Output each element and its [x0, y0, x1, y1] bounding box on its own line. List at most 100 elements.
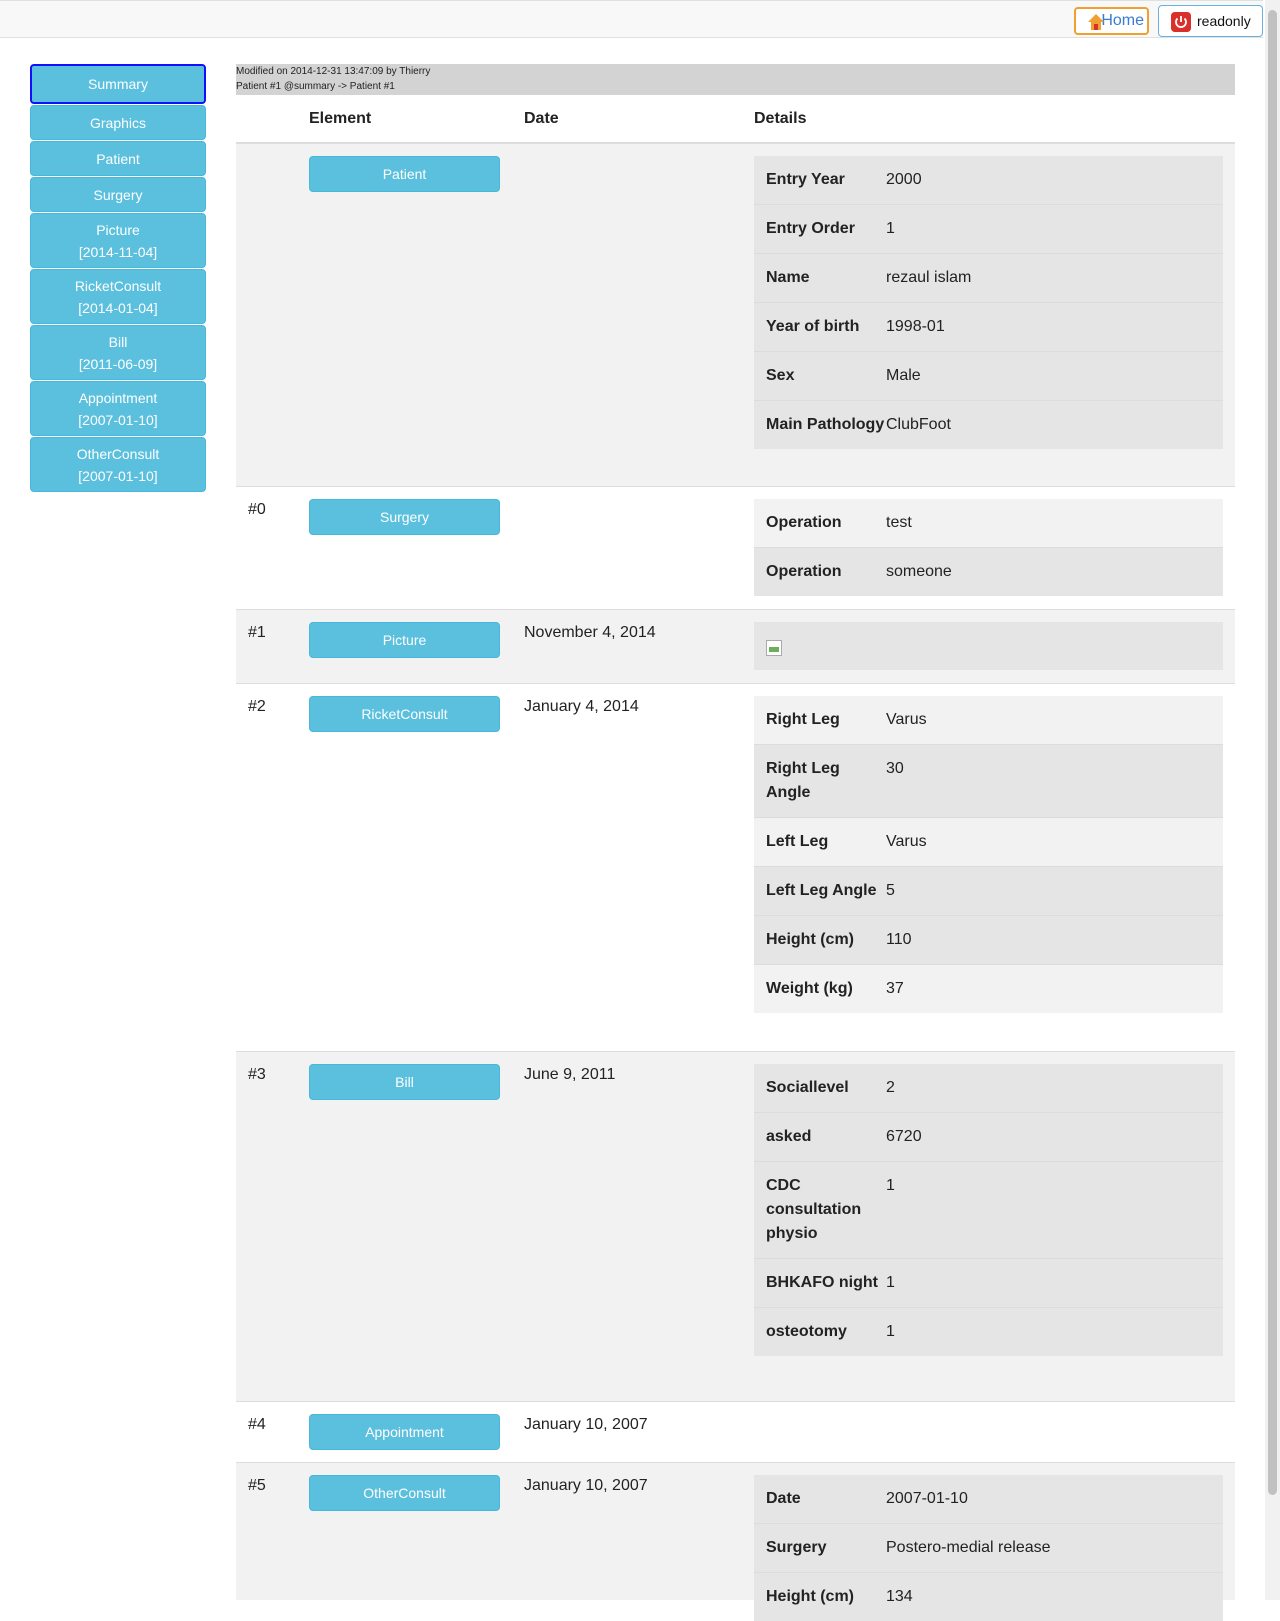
- modified-text: Modified on 2014-12-31 13:47:09 by Thier…: [236, 66, 431, 77]
- detail-label: CDC consultation physio: [766, 1177, 862, 1242]
- element-button-ricketconsult[interactable]: RicketConsult: [309, 696, 500, 732]
- detail-row: Sociallevel 2: [754, 1064, 1223, 1112]
- detail-row: Operation test: [754, 499, 1223, 547]
- sidebar-item-ricketconsult[interactable]: RicketConsult [2014-01-04]: [30, 269, 206, 324]
- detail-label: Weight (kg): [766, 980, 853, 997]
- detail-row: CDC consultation physio 1: [754, 1161, 1223, 1258]
- element-button-label: OtherConsult: [363, 1485, 446, 1501]
- detail-value: 1: [886, 1323, 895, 1340]
- detail-label: Surgery: [766, 1539, 827, 1556]
- column-header-element: Element: [309, 110, 372, 127]
- table-row: #5 OtherConsult January 10, 2007 Date 200…: [236, 1463, 1235, 1621]
- element-button-picture[interactable]: Picture: [309, 622, 500, 658]
- detail-row: Entry Order 1: [754, 204, 1223, 253]
- detail-row: osteotomy 1: [754, 1307, 1223, 1356]
- vertical-scrollbar[interactable]: [1265, 0, 1280, 1600]
- detail-row: Name rezaul islam: [754, 253, 1223, 302]
- readonly-label: readonly: [1197, 13, 1251, 29]
- detail-row: Sex Male: [754, 351, 1223, 400]
- element-button-patient[interactable]: Patient: [309, 156, 500, 192]
- sidebar-item-picture[interactable]: Picture [2014-11-04]: [30, 213, 206, 268]
- sidebar-item-bill[interactable]: Bill [2011-06-09]: [30, 325, 206, 380]
- table-row: #2 RicketConsult January 4, 2014 Right L…: [236, 684, 1235, 1052]
- sidebar-item-summary[interactable]: Summary: [30, 64, 206, 104]
- power-icon: [1171, 12, 1191, 32]
- sidebar-item-patient[interactable]: Patient: [30, 141, 206, 176]
- detail-row: Operation someone: [754, 547, 1223, 596]
- element-button-appointment[interactable]: Appointment: [309, 1414, 500, 1450]
- element-button-label: Surgery: [379, 509, 430, 525]
- element-button-label: RicketConsult: [361, 706, 448, 722]
- element-button-label: Appointment: [365, 1424, 444, 1440]
- sidebar-item-otherconsult[interactable]: OtherConsult [2007-01-10]: [30, 437, 206, 492]
- details-table: Operation test Operation someone: [754, 499, 1223, 596]
- row-number: #3: [248, 1066, 266, 1083]
- detail-label: Date: [766, 1490, 801, 1507]
- row-date: January 10, 2007: [524, 1416, 648, 1433]
- sidebar-item-label: Patient: [96, 150, 140, 167]
- home-label: Home: [1101, 12, 1144, 29]
- element-button-bill[interactable]: Bill: [309, 1064, 500, 1100]
- sidebar-item-date: [2011-06-09]: [78, 355, 158, 372]
- sidebar-item-surgery[interactable]: Surgery: [30, 177, 206, 212]
- element-button-otherconsult[interactable]: OtherConsult: [309, 1475, 500, 1511]
- detail-row: [754, 622, 1223, 670]
- sidebar-item-appointment[interactable]: Appointment [2007-01-10]: [30, 381, 206, 436]
- sidebar-item-label: Summary: [88, 76, 148, 92]
- top-navbar: Home readonly: [0, 0, 1263, 38]
- scrollbar-thumb[interactable]: [1268, 10, 1277, 1495]
- element-button-label: Patient: [382, 166, 427, 182]
- details-table: [754, 622, 1223, 670]
- detail-value: 30: [886, 760, 904, 777]
- detail-value: Varus: [886, 711, 927, 728]
- detail-row: Weight (kg) 37: [754, 964, 1223, 1013]
- sidebar-item-graphics[interactable]: Graphics: [30, 105, 206, 140]
- detail-value: 6720: [886, 1128, 922, 1145]
- detail-label: BHKAFO night: [766, 1274, 878, 1291]
- table-row: #0 Surgery Operation test Operation someon…: [236, 487, 1235, 610]
- sidebar-item-label: OtherConsult: [76, 445, 160, 462]
- details-table: Date 2007-01-10 Surgery Postero-medial rel…: [754, 1475, 1223, 1621]
- detail-label: Right Leg Angle: [766, 760, 840, 801]
- element-button-surgery[interactable]: Surgery: [309, 499, 500, 535]
- detail-row: Date 2007-01-10: [754, 1475, 1223, 1523]
- detail-row: asked 6720: [754, 1112, 1223, 1161]
- detail-value: 2: [886, 1079, 895, 1096]
- detail-row: Right Leg Angle 30: [754, 744, 1223, 817]
- sidebar-item-label: Bill: [108, 333, 128, 350]
- column-header-details: Details: [754, 110, 807, 127]
- breadcrumb: Patient #1 @summary -> Patient #1: [236, 81, 395, 92]
- detail-row: Height (cm) 134: [754, 1572, 1223, 1621]
- sidebar-item-label: Graphics: [89, 114, 147, 131]
- detail-label: Height (cm): [766, 931, 854, 948]
- detail-label: Height (cm): [766, 1588, 854, 1605]
- detail-row: Main Pathology ClubFoot: [754, 400, 1223, 449]
- details-table: Right Leg Varus Right Leg Angle 30 Left Le…: [754, 696, 1223, 1013]
- row-number: #5: [248, 1477, 266, 1494]
- detail-value: 134: [886, 1588, 913, 1605]
- detail-label: Left Leg Angle: [766, 882, 877, 899]
- row-number: #0: [248, 501, 266, 518]
- detail-row: Height (cm) 110: [754, 915, 1223, 964]
- home-button[interactable]: Home: [1074, 7, 1149, 35]
- detail-value: 1: [886, 220, 895, 237]
- sidebar-item-date: [2007-01-10]: [78, 411, 158, 428]
- column-header-date: Date: [524, 110, 559, 127]
- detail-row: BHKAFO night 1: [754, 1258, 1223, 1307]
- detail-row: Right Leg Varus: [754, 696, 1223, 744]
- row-date: January 4, 2014: [524, 698, 639, 715]
- detail-value: rezaul islam: [886, 269, 972, 286]
- detail-row: Surgery Postero-medial release: [754, 1523, 1223, 1572]
- row-number: #4: [248, 1416, 266, 1433]
- detail-label: Left Leg: [766, 833, 829, 850]
- readonly-logout-button[interactable]: readonly: [1158, 5, 1263, 37]
- row-date: June 9, 2011: [524, 1066, 616, 1083]
- element-button-label: Picture: [382, 632, 427, 648]
- detail-label: Right Leg: [766, 711, 840, 728]
- detail-label: Name: [766, 269, 810, 286]
- row-number: #1: [248, 624, 266, 641]
- detail-value: Postero-medial release: [886, 1539, 1051, 1556]
- row-date: January 10, 2007: [524, 1477, 648, 1494]
- sidebar-item-date: [2007-01-10]: [78, 467, 158, 484]
- details-table: Sociallevel 2 asked 6720 CDC consultation …: [754, 1064, 1223, 1356]
